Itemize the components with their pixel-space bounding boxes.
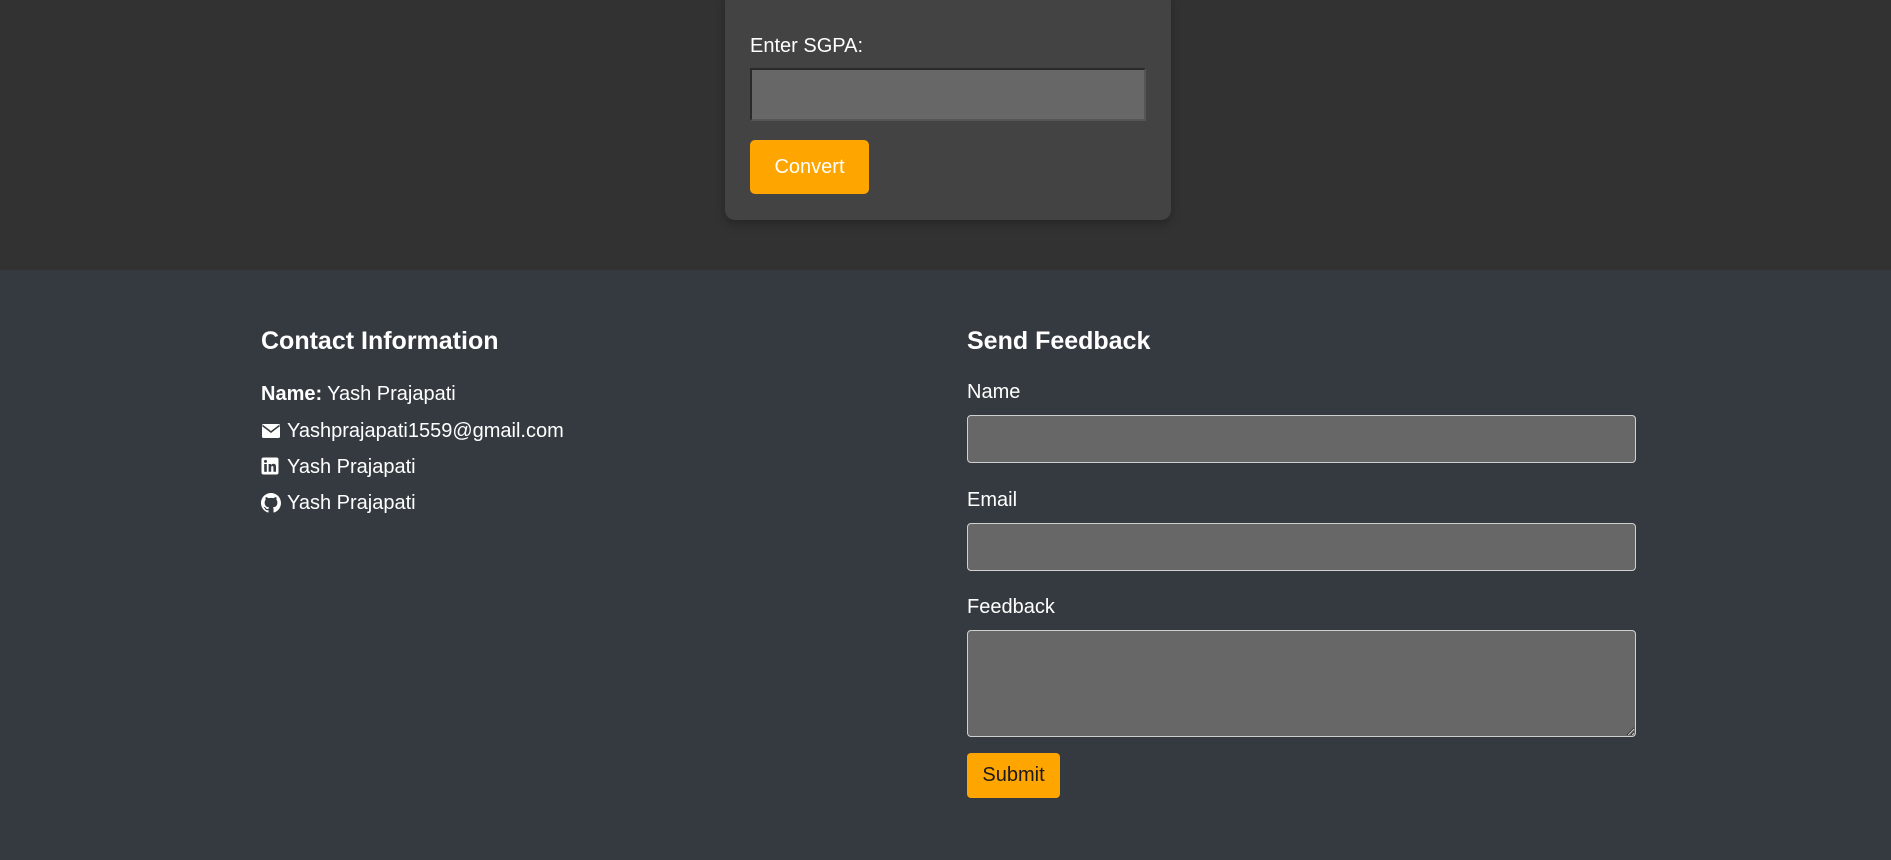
submit-button[interactable]: Submit: [967, 753, 1060, 798]
contact-heading: Contact Information: [261, 327, 499, 355]
github-icon: [261, 493, 281, 513]
contact-email[interactable]: Yashprajapati1559@gmail.com: [261, 419, 564, 443]
contact-email-text[interactable]: Yashprajapati1559@gmail.com: [287, 419, 564, 443]
feedback-email-label: Email: [967, 489, 1018, 511]
envelope-icon: [261, 421, 281, 441]
sgpa-label: Enter SGPA:: [750, 35, 864, 57]
contact-information: Contact Information Name: Yash Prajapati…: [261, 325, 861, 514]
convert-button[interactable]: Convert: [750, 140, 869, 194]
footer: Contact Information Name: Yash Prajapati…: [0, 270, 1891, 860]
contact-linkedin-text[interactable]: Yash Prajapati: [287, 455, 416, 479]
feedback-form: Send Feedback Name Email Feedback Submit: [967, 325, 1637, 798]
contact-name-label: Name:: [261, 383, 323, 405]
feedback-email-input[interactable]: [967, 523, 1636, 571]
contact-linkedin[interactable]: Yash Prajapati: [261, 455, 416, 479]
feedback-name-input[interactable]: [967, 415, 1636, 463]
feedback-name-label: Name: [967, 381, 1021, 403]
feedback-message-label: Feedback: [967, 596, 1055, 618]
contact-name: Name: Yash Prajapati: [261, 382, 456, 406]
sgpa-converter-card: Enter SGPA: Convert: [725, 0, 1171, 220]
linkedin-icon: [261, 457, 281, 477]
feedback-heading: Send Feedback: [967, 327, 1151, 355]
sgpa-input[interactable]: [750, 68, 1146, 121]
feedback-textarea[interactable]: [967, 630, 1636, 737]
contact-name-value: Yash Prajapati: [327, 383, 456, 405]
contact-github-text[interactable]: Yash Prajapati: [287, 491, 416, 515]
contact-github[interactable]: Yash Prajapati: [261, 491, 416, 515]
converter-section: Enter SGPA: Convert: [0, 0, 1891, 270]
